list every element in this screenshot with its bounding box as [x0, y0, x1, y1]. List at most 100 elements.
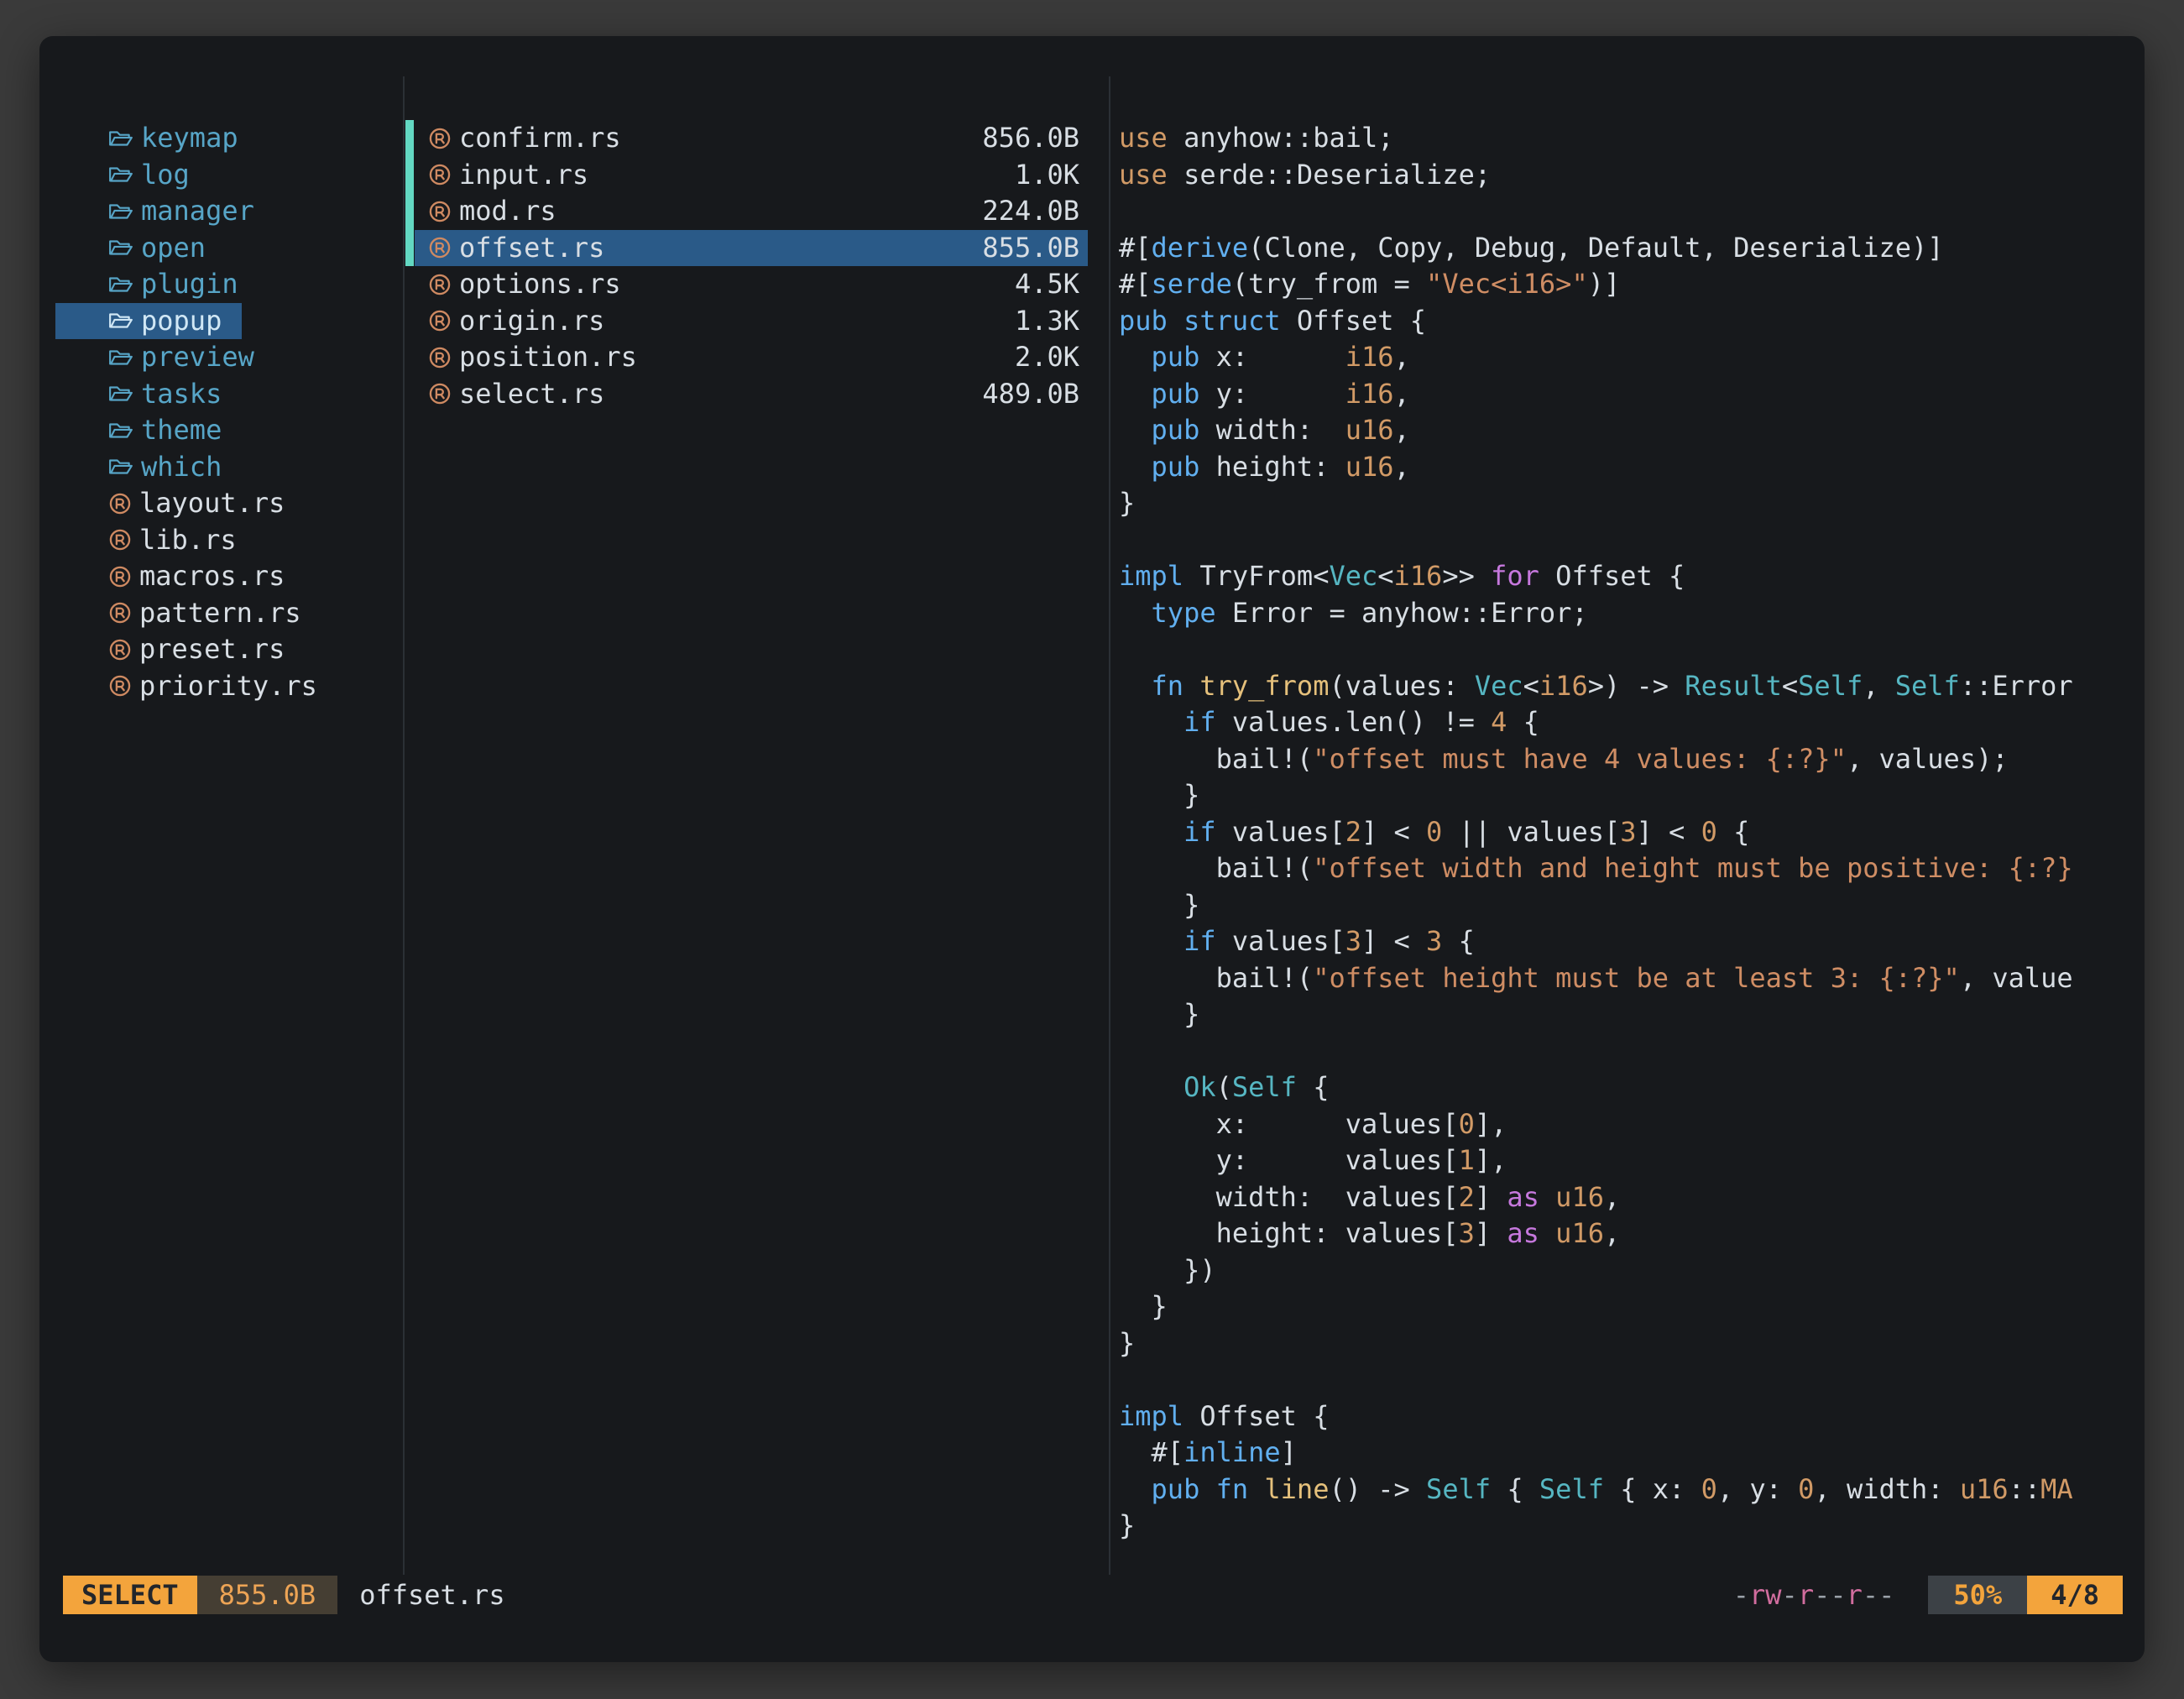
code-token: u16	[1345, 451, 1394, 483]
code-line: Ok(Self {	[1119, 1069, 2124, 1106]
sidebar-item-label: priority.rs	[139, 668, 317, 705]
code-token: height:	[1199, 451, 1345, 483]
code-token: 0	[1426, 816, 1442, 848]
file-row-confirm-rs[interactable]: confirm.rs856.0B	[405, 120, 1088, 157]
sidebar-item-label: layout.rs	[139, 485, 285, 522]
code-token: for	[1491, 560, 1539, 592]
parent-directory-pane: keymaplogmanageropenpluginpopuppreviewta…	[63, 120, 400, 704]
file-size: 489.0B	[982, 376, 1079, 413]
code-token: ]	[1281, 1436, 1297, 1468]
file-row-body: input.rs1.0K	[415, 157, 1088, 194]
code-token	[1119, 1473, 1152, 1505]
code-token: #[	[1119, 232, 1152, 264]
sidebar-item-log[interactable]: log	[63, 157, 190, 194]
file-row-offset-rs[interactable]: offset.rs855.0B	[405, 230, 1088, 267]
sidebar-item-label: preview	[141, 339, 254, 376]
code-token: , width:	[1814, 1473, 1959, 1505]
code-token: {	[1717, 816, 1750, 848]
sidebar-item-lib-rs[interactable]: lib.rs	[63, 522, 237, 559]
sidebar-item-preview[interactable]: preview	[63, 339, 254, 376]
code-token: 0	[1459, 1108, 1475, 1140]
code-token	[1119, 597, 1152, 629]
code-token: 1	[1459, 1144, 1475, 1176]
code-line: pub x: i16,	[1119, 339, 2124, 376]
rust-file-icon	[428, 346, 452, 369]
permission-char: r	[1798, 1579, 1814, 1611]
code-token: width: values[	[1119, 1181, 1459, 1213]
sidebar-item-theme[interactable]: theme	[63, 412, 222, 449]
folder-icon	[108, 384, 133, 404]
sidebar-item-priority-rs[interactable]: priority.rs	[63, 668, 317, 705]
sidebar-item-open[interactable]: open	[63, 230, 206, 267]
code-line: #[serde(try_from = "Vec<i16>")]	[1119, 266, 2124, 303]
code-token: , values);	[1847, 743, 2009, 775]
folder-icon	[108, 201, 133, 222]
code-token: use	[1119, 122, 1168, 154]
code-token: 3	[1345, 925, 1361, 957]
sidebar-item-label: open	[141, 230, 206, 267]
code-token	[1183, 670, 1199, 702]
rust-file-icon	[108, 601, 132, 625]
code-token	[1248, 1473, 1264, 1505]
sidebar-item-which[interactable]: which	[63, 449, 222, 486]
code-token: u16	[1555, 1181, 1604, 1213]
sidebar-item-layout-rs[interactable]: layout.rs	[63, 485, 285, 522]
file-size: 856.0B	[982, 120, 1079, 157]
code-line: if values[3] < 3 {	[1119, 923, 2124, 960]
code-token: #[	[1119, 268, 1152, 300]
code-line: pub height: u16,	[1119, 449, 2124, 486]
code-line: }	[1119, 1325, 2124, 1362]
code-token: (try_from =	[1232, 268, 1426, 300]
code-line	[1119, 193, 2124, 230]
code-line: #[derive(Clone, Copy, Debug, Default, De…	[1119, 230, 2124, 267]
rust-file-icon	[108, 528, 132, 552]
code-line: use serde::Deserialize;	[1119, 157, 2124, 194]
sidebar-item-label: which	[141, 449, 222, 486]
code-token: (values:	[1329, 670, 1474, 702]
file-row-input-rs[interactable]: input.rs1.0K	[405, 157, 1088, 194]
file-row-body: options.rs4.5K	[415, 266, 1088, 303]
code-token: if	[1183, 816, 1216, 848]
sidebar-item-label: manager	[141, 193, 254, 230]
sidebar-item-keymap[interactable]: keymap	[63, 120, 238, 157]
file-row-select-rs[interactable]: select.rs489.0B	[405, 376, 1088, 413]
sidebar-item-manager[interactable]: manager	[63, 193, 254, 230]
code-token: as	[1507, 1181, 1539, 1213]
sidebar-item-preset-rs[interactable]: preset.rs	[63, 631, 285, 668]
file-row-position-rs[interactable]: position.rs2.0K	[405, 339, 1088, 376]
sidebar-item-plugin[interactable]: plugin	[63, 266, 238, 303]
code-token: <	[1377, 560, 1393, 592]
file-row-mod-rs[interactable]: mod.rs224.0B	[405, 193, 1088, 230]
code-token: type	[1152, 597, 1216, 629]
code-token: }	[1119, 1327, 1135, 1359]
file-row-body: offset.rs855.0B	[415, 230, 1088, 267]
rust-file-icon	[108, 565, 132, 588]
code-token: pub	[1152, 451, 1200, 483]
sidebar-item-label: log	[141, 157, 190, 194]
code-line: bail!("offset width and height must be p…	[1119, 850, 2124, 887]
code-token: u16	[1960, 1473, 2009, 1505]
folder-icon	[108, 165, 133, 185]
code-token: Offset {	[1183, 1400, 1329, 1432]
code-token: if	[1183, 706, 1216, 738]
code-token: 3	[1620, 816, 1636, 848]
sidebar-item-tasks[interactable]: tasks	[63, 376, 222, 413]
permission-char: -	[1878, 1579, 1894, 1611]
rust-file-icon	[428, 309, 452, 332]
code-token: use	[1119, 159, 1168, 191]
visual-selection-mark	[405, 157, 414, 194]
file-size: 2.0K	[1015, 339, 1079, 376]
code-token: ]	[1475, 1217, 1507, 1249]
file-row-origin-rs[interactable]: origin.rs1.3K	[405, 303, 1088, 340]
file-row-options-rs[interactable]: options.rs4.5K	[405, 266, 1088, 303]
code-token: {	[1442, 925, 1475, 957]
code-token	[1119, 925, 1183, 957]
folder-icon	[108, 421, 133, 441]
sidebar-item-pattern-rs[interactable]: pattern.rs	[63, 595, 301, 632]
code-token: () ->	[1329, 1473, 1426, 1505]
permission-char: w	[1765, 1579, 1781, 1611]
sidebar-item-macros-rs[interactable]: macros.rs	[63, 558, 285, 595]
sidebar-item-popup[interactable]: popup	[55, 303, 242, 340]
folder-icon	[108, 238, 133, 258]
file-name: mod.rs	[459, 193, 556, 230]
